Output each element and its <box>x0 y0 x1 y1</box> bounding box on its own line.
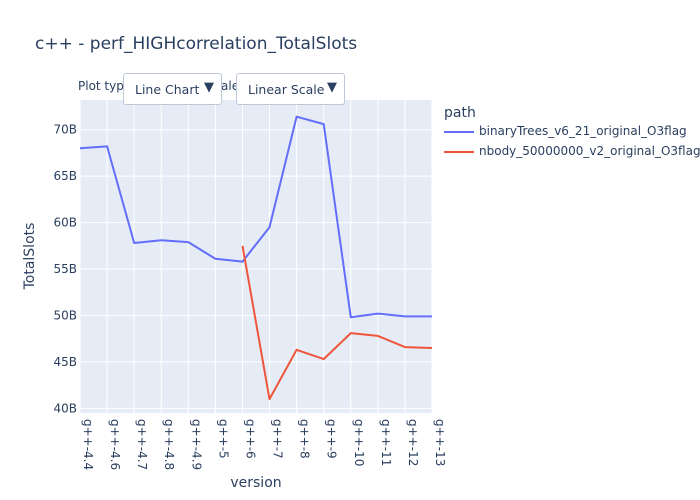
x-tick-label: g++-4.6 <box>108 419 122 470</box>
y-tick-labels: 40B 45B 50B 55B 60B 65B 70B <box>53 123 77 416</box>
x-tick-label: g++-12 <box>406 419 420 466</box>
y-tick-label: 55B <box>53 262 77 276</box>
chart-title: c++ - perf_HIGHcorrelation_TotalSlots <box>35 34 358 54</box>
scale-dropdown[interactable]: Linear Scale ▼ <box>236 73 345 105</box>
y-tick-label: 70B <box>53 123 77 137</box>
scale-value: Linear Scale <box>248 82 325 97</box>
x-axis-label: version <box>230 475 281 491</box>
x-tick-label: g++-8 <box>298 419 312 459</box>
chart: 40B45B50B55B60B65B70B g++-4.4 g++-4.6 g++-… <box>22 100 447 491</box>
x-tick-label: g++-10 <box>352 419 366 466</box>
x-tick-label: g++-5 <box>216 419 230 459</box>
y-tick-label: 65B <box>53 169 77 183</box>
y-tick-label: 60B <box>53 216 77 230</box>
y-tick-label: 45B <box>53 355 77 369</box>
legend-title: path <box>444 105 476 121</box>
x-tick-label: g++-4.4 <box>81 419 95 470</box>
y-tick-label: 50B <box>53 308 77 322</box>
x-tick-label: g++-11 <box>379 419 393 466</box>
x-tick-label: g++-4.9 <box>189 419 203 470</box>
plot-type-value: Line Chart <box>135 82 200 97</box>
legend-swatch <box>444 151 474 153</box>
plot-background <box>80 100 432 413</box>
legend-label: binaryTrees_v6_21_original_O3flag <box>479 124 687 138</box>
legend-swatch <box>444 131 474 133</box>
y-tick-label: 40B <box>53 401 77 415</box>
x-tick-label: g++-7 <box>271 419 285 459</box>
x-tick-label: g++-9 <box>325 419 339 459</box>
x-tick-label: g++-13 <box>433 419 447 466</box>
x-tick-label: g++-4.7 <box>135 419 149 470</box>
legend-label: nbody_50000000_v2_original_O3flag <box>479 144 700 158</box>
caret-down-icon: ▼ <box>327 80 337 95</box>
y-axis-label: TotalSlots <box>22 223 38 291</box>
plot-type-dropdown[interactable]: Line Chart ▼ <box>123 73 222 105</box>
x-tick-label: g++-6 <box>243 419 257 459</box>
x-tick-labels: g++-4.4 g++-4.6 g++-4.7 g++-4.8 g++-4.9 g++-5… <box>81 419 447 470</box>
caret-down-icon: ▼ <box>204 80 214 95</box>
x-tick-label: g++-4.8 <box>162 419 176 470</box>
